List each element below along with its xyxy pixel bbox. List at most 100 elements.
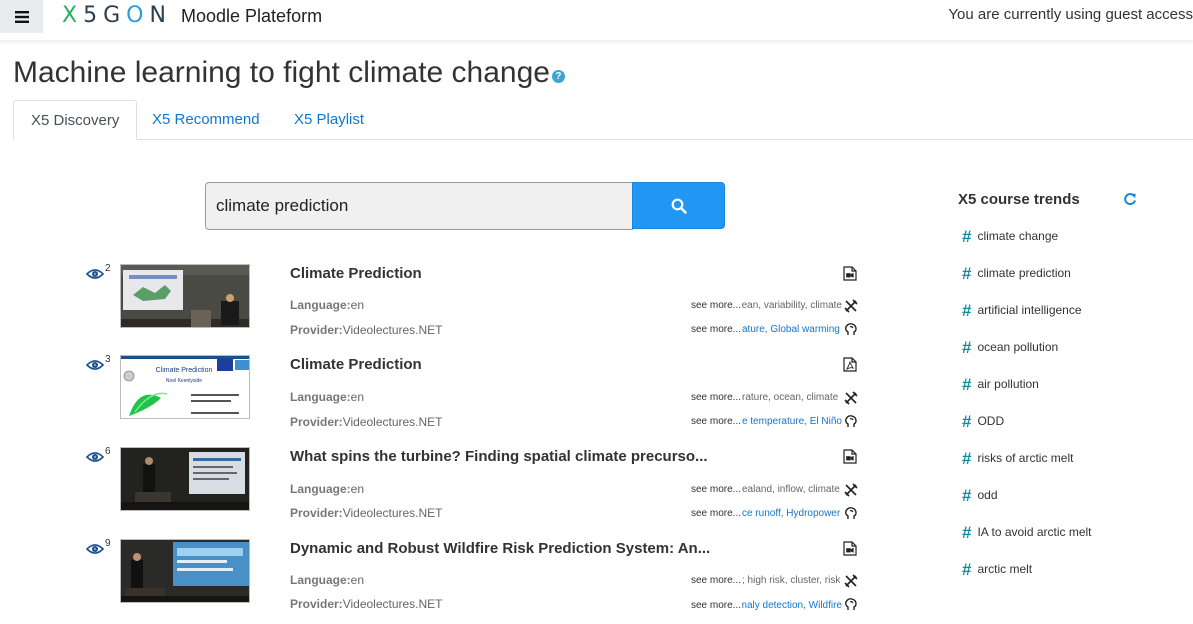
- see-more-concepts-link[interactable]: see more...: [691, 600, 741, 611]
- result-thumbnail[interactable]: [120, 264, 250, 328]
- view-count: 9: [105, 538, 111, 549]
- trend-tag[interactable]: # air pollution: [962, 375, 1039, 395]
- result-provider: Provider:Videolectures.NET: [290, 415, 443, 429]
- tools-icon: [844, 299, 858, 318]
- result-item: 9 Dynamic and Robust Wildfire Risk Predi…: [0, 538, 870, 619]
- result-title[interactable]: Climate Prediction: [290, 356, 720, 373]
- trend-tag[interactable]: # IA to avoid arctic melt: [962, 523, 1092, 543]
- result-language: Language:en: [290, 390, 365, 404]
- trend-tag[interactable]: # risks of arctic melt: [962, 449, 1073, 469]
- video-file-icon: [843, 449, 857, 469]
- tab-x5-playlist[interactable]: X5 Playlist: [277, 100, 381, 140]
- hashtag-icon: #: [962, 523, 972, 542]
- menu-toggle-button[interactable]: [0, 0, 43, 33]
- page-title: Machine learning to fight climate change…: [13, 56, 565, 90]
- trend-tag[interactable]: # odd: [962, 486, 998, 506]
- result-concepts[interactable]: ature, Global warming: [742, 324, 842, 335]
- see-more-keywords-link[interactable]: see more...: [691, 575, 741, 586]
- see-more-concepts-link[interactable]: see more...: [691, 416, 741, 427]
- result-concepts[interactable]: ce runoff, Hydropower: [742, 508, 842, 519]
- result-title[interactable]: Climate Prediction: [290, 265, 720, 282]
- refresh-trends-button[interactable]: [1123, 192, 1137, 211]
- brain-icon: [844, 323, 858, 342]
- view-count: 6: [105, 446, 111, 457]
- trend-tag[interactable]: # ocean pollution: [962, 338, 1058, 358]
- result-title[interactable]: Dynamic and Robust Wildfire Risk Predict…: [290, 540, 720, 557]
- hashtag-icon: #: [962, 449, 972, 468]
- hashtag-icon: #: [962, 338, 972, 357]
- result-provider: Provider:Videolectures.NET: [290, 506, 443, 520]
- search-button[interactable]: [632, 182, 725, 229]
- brain-icon: [844, 507, 858, 526]
- tools-icon: [844, 574, 858, 593]
- tab-bar: X5 Discovery X5 Recommend X5 Playlist: [13, 100, 1193, 140]
- hashtag-icon: #: [962, 412, 972, 431]
- trends-title: X5 course trends: [958, 191, 1080, 208]
- trend-tag[interactable]: # arctic melt: [962, 560, 1032, 580]
- eye-icon: [86, 544, 104, 554]
- refresh-icon: [1124, 193, 1136, 205]
- video-file-icon: [843, 541, 857, 561]
- views-indicator: 6: [86, 446, 118, 467]
- result-concepts[interactable]: e temperature, El Niño: [742, 416, 842, 427]
- tools-icon: [844, 483, 858, 502]
- see-more-keywords-link[interactable]: see more...: [691, 484, 741, 495]
- result-thumbnail[interactable]: [120, 539, 250, 603]
- video-file-icon: [843, 266, 857, 286]
- result-provider: Provider:Videolectures.NET: [290, 323, 443, 337]
- thumb-slide-author: Noel Keenlyside: [166, 378, 202, 384]
- tab-x5-discovery[interactable]: X5 Discovery: [13, 100, 138, 140]
- brain-icon: [844, 415, 858, 434]
- search-icon: [671, 198, 687, 214]
- eye-icon: [86, 269, 104, 279]
- result-keywords: rature, ocean, climate: [742, 392, 839, 403]
- views-indicator: 3: [86, 354, 118, 375]
- hamburger-icon: [14, 10, 29, 23]
- view-count: 2: [105, 263, 111, 274]
- eye-icon: [86, 360, 104, 370]
- see-more-keywords-link[interactable]: see more...: [691, 392, 741, 403]
- hashtag-icon: #: [962, 227, 972, 246]
- result-provider: Provider:Videolectures.NET: [290, 597, 443, 611]
- help-icon[interactable]: ?: [551, 70, 565, 83]
- hashtag-icon: #: [962, 264, 972, 283]
- tab-x5-recommend[interactable]: X5 Recommend: [135, 100, 277, 140]
- hashtag-icon: #: [962, 560, 972, 579]
- trend-tag[interactable]: # climate prediction: [962, 264, 1071, 284]
- see-more-concepts-link[interactable]: see more...: [691, 508, 741, 519]
- search-input[interactable]: [205, 182, 633, 230]
- eye-icon: [86, 452, 104, 462]
- result-thumbnail[interactable]: Climate Prediction Noel Keenlyside: [120, 355, 250, 419]
- result-language: Language:en: [290, 298, 365, 312]
- hashtag-icon: #: [962, 486, 972, 505]
- result-concepts[interactable]: maly detection, Wildfire: [742, 600, 842, 611]
- brain-icon: [844, 598, 858, 617]
- result-item: 3 Climate Prediction Noel Keenlyside Clim…: [0, 354, 870, 435]
- view-count: 3: [105, 354, 111, 365]
- result-item: 6 What spins the turbine? Finding spatia…: [0, 446, 870, 527]
- guest-access-text: You are currently using guest access: [948, 6, 1193, 23]
- hashtag-icon: #: [962, 375, 972, 394]
- x5gon-logo[interactable]: X5GON: [62, 5, 172, 27]
- tools-icon: [844, 391, 858, 410]
- result-keywords: ean, variability, climate: [742, 300, 842, 311]
- result-title[interactable]: What spins the turbine? Finding spatial …: [290, 448, 720, 465]
- trend-tag[interactable]: # climate change: [962, 227, 1058, 247]
- result-thumbnail[interactable]: [120, 447, 250, 511]
- views-indicator: 9: [86, 538, 118, 559]
- result-language: Language:en: [290, 573, 365, 587]
- result-keywords: ; high risk, cluster, risk: [742, 575, 841, 586]
- thumb-slide-title: Climate Prediction: [156, 367, 213, 374]
- see-more-keywords-link[interactable]: see more...: [691, 300, 741, 311]
- hashtag-icon: #: [962, 301, 972, 320]
- pdf-file-icon: [843, 357, 857, 377]
- site-name[interactable]: Moodle Plateform: [181, 6, 322, 27]
- navbar: X5GON Moodle Plateform You are currently…: [0, 0, 1193, 40]
- trend-tag[interactable]: # ODD: [962, 412, 1004, 432]
- views-indicator: 2: [86, 263, 118, 284]
- result-item: 2 Climate Prediction Language:en Provide…: [0, 263, 870, 344]
- result-keywords: ealand, inflow, climate: [742, 484, 840, 495]
- result-language: Language:en: [290, 482, 365, 496]
- see-more-concepts-link[interactable]: see more...: [691, 324, 741, 335]
- trend-tag[interactable]: # artificial intelligence: [962, 301, 1082, 321]
